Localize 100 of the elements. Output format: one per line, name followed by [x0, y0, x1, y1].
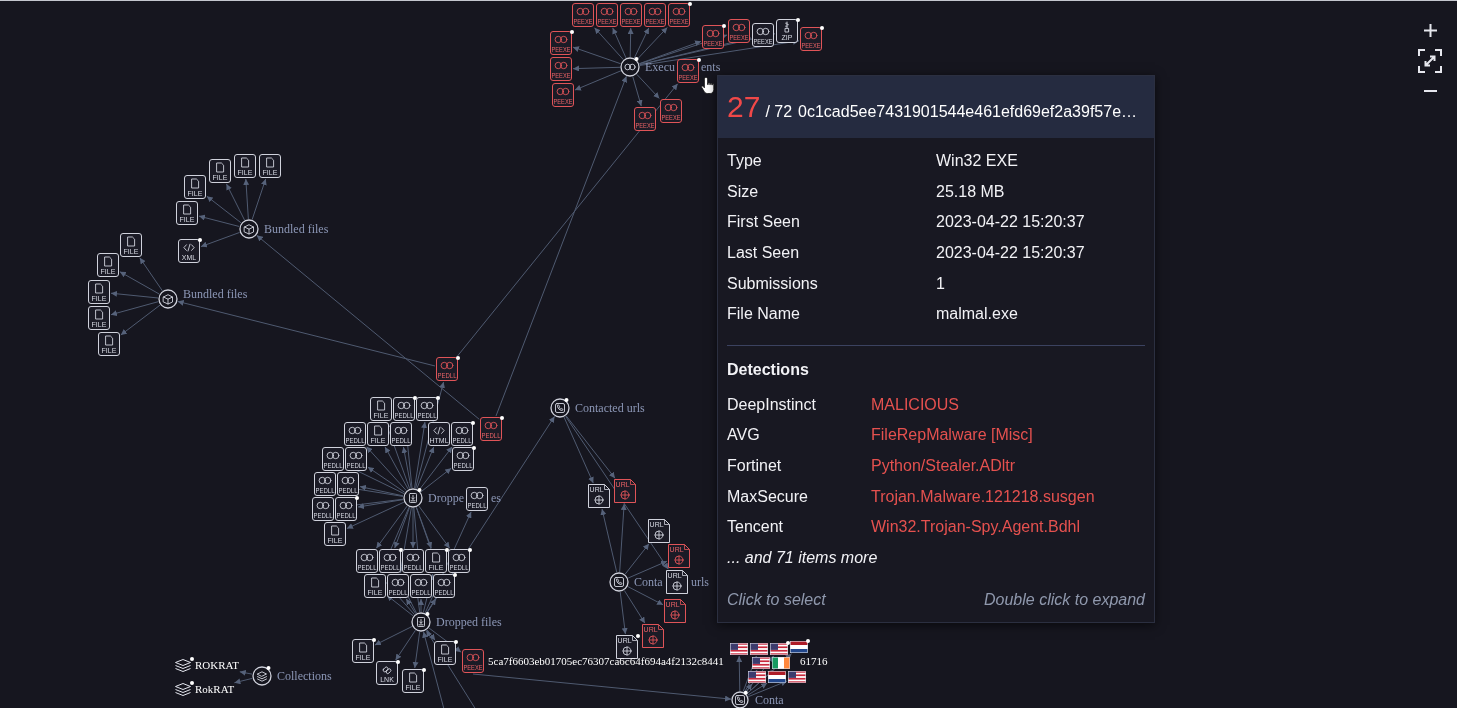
hub-node[interactable] — [252, 665, 272, 686]
link-icon — [382, 665, 392, 675]
dot-icon — [198, 238, 202, 242]
document-icon — [191, 178, 200, 189]
rings-icon — [706, 29, 720, 38]
section-title: Detections — [726, 359, 810, 380]
rings-icon — [756, 27, 770, 36]
dot-icon — [355, 496, 359, 500]
detection-result: Python/Stealer.ADltr — [871, 457, 1017, 476]
rings-icon — [600, 7, 614, 16]
select-hint: Click to select — [727, 590, 826, 610]
dot-icon — [417, 487, 422, 492]
dot-icon — [564, 397, 569, 402]
document-icon — [183, 204, 192, 215]
rings-icon — [554, 61, 568, 70]
detection-result: Trojan.Malware.121218.susgen — [871, 487, 1096, 506]
document-icon — [377, 400, 386, 411]
rings-icon — [484, 421, 498, 430]
handset-icon — [735, 695, 745, 705]
flag-icon[interactable] — [752, 657, 770, 669]
rings-icon — [326, 451, 340, 460]
hub-node[interactable] — [411, 611, 431, 632]
field-label: Type — [727, 152, 763, 171]
dot-icon — [636, 634, 640, 638]
dot-icon — [697, 58, 701, 62]
rings-icon — [406, 553, 420, 562]
rings-icon — [681, 63, 695, 72]
detection-result: FileRepMalware [Misc] — [871, 426, 1034, 445]
rings-icon — [664, 103, 678, 112]
hub-label: Execu — [645, 60, 675, 74]
flag-icon[interactable] — [768, 671, 786, 683]
globe-icon — [670, 610, 680, 620]
hub-node[interactable] — [550, 397, 570, 418]
rings-icon — [452, 553, 466, 562]
hub-label: Collections — [277, 669, 332, 683]
dot-icon — [413, 396, 417, 400]
rings-icon — [672, 7, 686, 16]
rings-icon — [576, 7, 590, 16]
rings-icon — [638, 111, 652, 120]
stack-icon — [175, 659, 191, 672]
flag-icon[interactable] — [788, 671, 806, 683]
hub-label: Conta — [755, 693, 784, 707]
collection-node[interactable]: RokRAT — [175, 681, 235, 696]
flag-icon[interactable] — [730, 643, 748, 655]
flag-icon[interactable] — [748, 671, 766, 683]
dot-icon — [190, 657, 194, 661]
globe-icon — [654, 530, 664, 540]
dot-icon — [425, 611, 430, 616]
code-icon — [183, 243, 195, 252]
document-icon — [95, 283, 104, 294]
document-icon — [409, 672, 418, 683]
rings-icon — [316, 501, 330, 510]
box-icon — [244, 224, 254, 235]
document-icon — [331, 525, 340, 536]
dot-icon — [436, 396, 440, 400]
dot-icon — [722, 24, 726, 28]
collection-node[interactable]: ROKRAT — [175, 657, 239, 672]
flag-icon[interactable] — [750, 643, 768, 655]
download-icon — [417, 617, 425, 627]
globe-icon — [648, 635, 658, 645]
hub-node[interactable] — [239, 219, 259, 239]
dot-icon — [472, 446, 476, 450]
rings-icon — [383, 553, 397, 562]
dot-icon — [456, 356, 460, 360]
hub-label: Conta — [634, 575, 663, 589]
field-value: 2023-04-22 15:20:37 — [936, 213, 1086, 232]
document-icon — [266, 157, 275, 168]
globe-icon — [620, 490, 630, 500]
field-value: 25.18 MB — [936, 182, 1006, 201]
rings-icon — [341, 476, 355, 485]
dot-icon — [806, 639, 810, 643]
dot-icon — [453, 573, 457, 577]
stack-icon — [175, 683, 191, 696]
dot-icon — [396, 660, 400, 664]
document-icon — [371, 577, 380, 588]
hub-label: Bundled files — [264, 222, 329, 236]
field-label: File Name — [727, 305, 801, 324]
field-label: Size — [727, 182, 760, 201]
hub-node[interactable] — [731, 690, 749, 708]
dot-icon — [190, 681, 194, 685]
hub-label: ents — [701, 60, 721, 74]
hub-node[interactable] — [620, 56, 640, 77]
document-icon — [241, 157, 250, 168]
hub-label: es — [491, 491, 501, 505]
globe-icon — [674, 555, 684, 565]
rings-icon — [349, 451, 363, 460]
document-icon — [127, 236, 136, 247]
flag-icon[interactable] — [790, 641, 808, 653]
code-icon — [433, 426, 445, 435]
rings-icon — [437, 578, 451, 587]
hub-node[interactable] — [158, 289, 178, 309]
zoom-in-icon[interactable] — [1423, 24, 1437, 37]
rings-icon — [648, 7, 662, 16]
fit-screen-icon[interactable] — [1418, 49, 1442, 73]
engine-name: MaxSecure — [727, 487, 809, 506]
flag-icon[interactable] — [770, 643, 788, 655]
hub-node[interactable] — [403, 487, 423, 508]
hub-node[interactable] — [609, 572, 629, 592]
rings-icon — [394, 426, 408, 435]
rings-icon — [732, 23, 746, 32]
